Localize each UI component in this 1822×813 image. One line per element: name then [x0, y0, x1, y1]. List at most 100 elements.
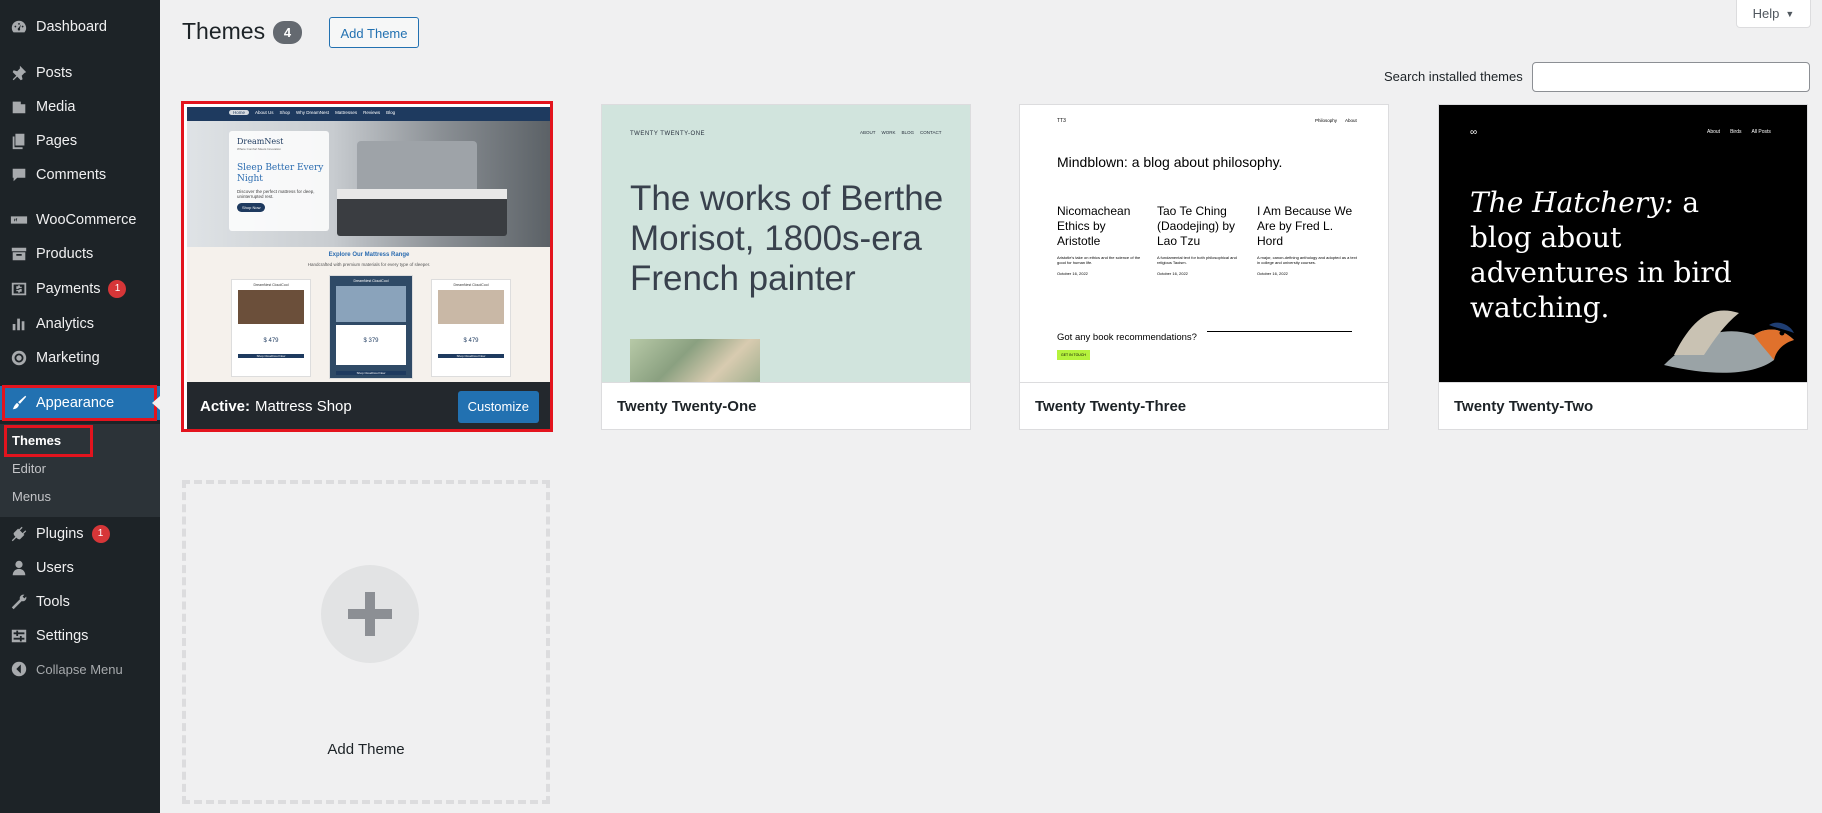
theme-card-active[interactable]: Home About Us Shop Why DreamNest Mattres… [181, 101, 553, 432]
menu-plugins[interactable]: Plugins 1 [0, 517, 160, 551]
menu-label: Plugins [36, 526, 84, 542]
preview-site-title: TWENTY TWENTY-ONE [630, 131, 706, 137]
preview-product-button: Shop CloudCool Now [238, 354, 304, 358]
menu-woocommerce[interactable]: WooCommerce [0, 203, 160, 237]
preview-nav: About Birds All Posts [1707, 129, 1771, 135]
preview-hero-title: Sleep Better Every Night [237, 163, 324, 184]
search-label: Search installed themes [1384, 69, 1523, 84]
preview-sheet [337, 189, 507, 199]
theme-screenshot[interactable]: TWENTY TWENTY-ONE ABOUT WORK BLOG CONTAC… [602, 105, 970, 382]
archive-icon [8, 244, 30, 264]
preview-hero-panel: DreamNest Where Comfort Meets Innovation… [229, 131, 329, 231]
menu-analytics[interactable]: Analytics [0, 307, 160, 341]
comment-icon [8, 165, 30, 185]
bar-chart-icon [8, 314, 30, 334]
preview-product-name: DreamNest CloudCool [453, 283, 489, 287]
admin-sidebar: Dashboard Posts Media Pages Comments Woo… [0, 0, 160, 813]
menu-label: Tools [36, 594, 70, 610]
preview-cta-button: GET IN TOUCH [1057, 350, 1090, 360]
pages-icon [8, 131, 30, 151]
menu-label: Payments [36, 281, 101, 297]
preview-post-excerpt: A major, canon-defining anthology and ad… [1257, 255, 1357, 265]
preview-product-image [238, 290, 304, 324]
menu-label: Pages [36, 133, 78, 149]
theme-screenshot[interactable]: Home About Us Shop Why DreamNest Mattres… [187, 107, 550, 382]
plugins-badge: 1 [91, 525, 110, 543]
preview-post-title: Nicomachean Ethics by Aristotle [1057, 204, 1131, 248]
preview-product-card: DreamNest CloudCool $ 479 Shop CloudCool… [231, 279, 311, 377]
theme-card-twenty-twenty-two[interactable]: ∞ About Birds All Posts The Hatchery: a … [1438, 104, 1808, 430]
active-theme-bar: Active: Mattress Shop Customize [187, 382, 550, 429]
preview-headline: Mindblown: a blog about philosophy. [1057, 154, 1283, 170]
theme-screenshot[interactable]: ∞ About Birds All Posts The Hatchery: a … [1439, 105, 1807, 382]
menu-settings[interactable]: Settings [0, 619, 160, 653]
preview-nav-item: Birds [1730, 129, 1742, 135]
menu-comments[interactable]: Comments [0, 158, 160, 192]
preview-nav-item: WORK [881, 130, 896, 135]
theme-name: Twenty Twenty-Three [1035, 398, 1187, 415]
search-installed-themes-input[interactable] [1532, 62, 1810, 92]
plugin-icon [8, 524, 30, 544]
megaphone-icon [8, 348, 30, 368]
menu-dashboard[interactable]: Dashboard [0, 10, 160, 44]
menu-posts[interactable]: Posts [0, 56, 160, 90]
menu-label: Analytics [36, 316, 95, 332]
preview-post-date: October 16, 2022 [1057, 271, 1088, 276]
preview-hero: DreamNest Where Comfort Meets Innovation… [187, 121, 550, 247]
menu-label: Dashboard [36, 19, 107, 35]
menu-products[interactable]: Products [0, 237, 160, 271]
preview-nav-item: About [1345, 118, 1357, 123]
menu-label: Users [36, 560, 74, 576]
theme-card-twenty-twenty-one[interactable]: TWENTY TWENTY-ONE ABOUT WORK BLOG CONTAC… [601, 104, 971, 430]
submenu-menus[interactable]: Menus [12, 489, 51, 504]
menu-collapse[interactable]: Collapse Menu [0, 652, 160, 686]
menu-pages[interactable]: Pages [0, 124, 160, 158]
preview-product-name: DreamNest CloudCool [353, 279, 389, 283]
preview-nav-item: All Posts [1751, 129, 1771, 135]
theme-name: Twenty Twenty-One [617, 398, 757, 415]
menu-label: Media [36, 99, 76, 115]
submenu-editor[interactable]: Editor [12, 461, 46, 476]
menu-payments[interactable]: Payments 1 [0, 272, 160, 306]
theme-screenshot[interactable]: TT3 Philosophy About Mindblown: a blog a… [1020, 105, 1388, 382]
add-theme-button[interactable]: Add Theme [329, 17, 419, 48]
user-icon [8, 558, 30, 578]
theme-card-twenty-twenty-three[interactable]: TT3 Philosophy About Mindblown: a blog a… [1019, 104, 1389, 430]
menu-label: Posts [36, 65, 73, 81]
preview-hero-text: Discover the perfect mattress for deep, … [237, 189, 315, 199]
payments-icon [8, 279, 30, 299]
preview-post-excerpt: Aristotle's take on ethics and the scien… [1057, 255, 1141, 265]
help-label: Help [1752, 6, 1780, 21]
menu-tools[interactable]: Tools [0, 585, 160, 619]
theme-name-bar: Twenty Twenty-Three [1020, 382, 1388, 429]
preview-nav-item: About Us [255, 110, 274, 115]
current-menu-arrow [152, 396, 160, 410]
add-theme-tile[interactable]: Add Theme [182, 480, 550, 804]
page-title: Themes [182, 18, 266, 44]
menu-media[interactable]: Media [0, 90, 160, 124]
preview-post: I Am Because We Are by Fred L. Hord A ma… [1257, 204, 1357, 276]
help-tab-button[interactable]: Help ▼ [1736, 0, 1811, 28]
add-theme-tile-label: Add Theme [327, 741, 405, 758]
menu-users[interactable]: Users [0, 551, 160, 585]
preview-nav-bar: Home About Us Shop Why DreamNest Mattres… [187, 107, 550, 121]
preview-nav-item: BLOG [901, 130, 915, 135]
preview-product-price: $ 479 [463, 338, 479, 344]
preview-post: Tao Te Ching (Daodejing) by Lao Tzu A fu… [1157, 204, 1245, 276]
menu-label: Comments [36, 167, 107, 183]
preview-nav-item: Blog [386, 110, 396, 115]
payments-badge: 1 [108, 280, 127, 298]
preview-product-button: Shop CloudCool Now [336, 371, 406, 375]
customize-button[interactable]: Customize [457, 391, 539, 423]
preview-product-price: $ 479 [263, 338, 279, 344]
pin-icon [8, 63, 30, 83]
preview-nav-item: Mattresses [335, 110, 358, 115]
preview-product-card: DreamNest CloudCool $ 479 Shop CloudCool… [431, 279, 511, 377]
menu-marketing[interactable]: Marketing [0, 341, 160, 375]
preview-nav-item: About [1707, 129, 1721, 135]
highlight-box-appearance [2, 385, 157, 421]
preview-post-title: Tao Te Ching (Daodejing) by Lao Tzu [1157, 204, 1236, 248]
collapse-icon [8, 659, 30, 679]
bird-illustration [1664, 310, 1794, 373]
preview-nav-item: Home [229, 110, 250, 115]
